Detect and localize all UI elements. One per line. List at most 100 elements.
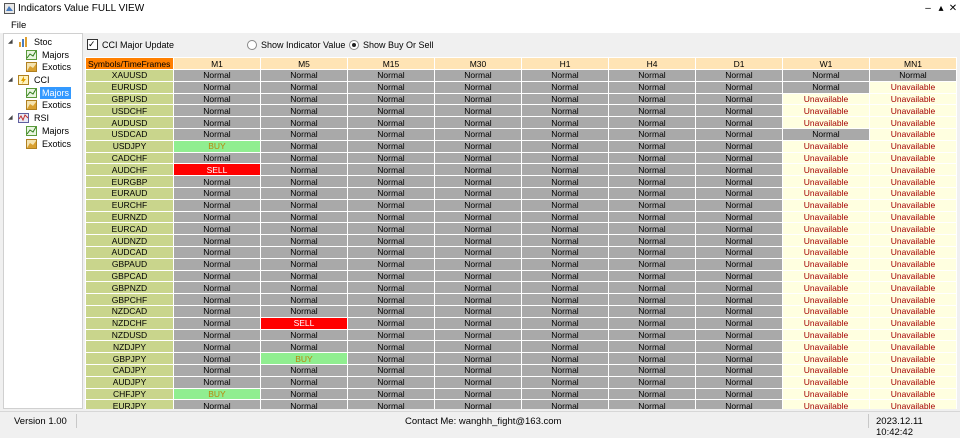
radio-label: Show Indicator Value bbox=[261, 40, 346, 50]
signal-cell: Normal bbox=[434, 340, 522, 354]
signal-cell: Normal bbox=[521, 281, 609, 295]
signal-cell: Normal bbox=[608, 375, 696, 389]
symbol-cell: USDCAD bbox=[85, 127, 174, 141]
table-row: XAUUSD Normal Normal Normal Normal Normal Norm… bbox=[85, 69, 957, 82]
signal-cell: Normal bbox=[260, 69, 348, 82]
signal-cell: Normal bbox=[521, 340, 609, 354]
signal-cell: Normal bbox=[347, 328, 435, 342]
signal-cell: Normal bbox=[260, 104, 348, 118]
signal-cell: Unavailable bbox=[782, 92, 870, 106]
signal-cell: Normal bbox=[347, 363, 435, 377]
signal-cell: Normal bbox=[608, 198, 696, 212]
column-header: D1 bbox=[695, 57, 783, 70]
signal-cell: Normal bbox=[521, 316, 609, 330]
table-row: EURAUD Normal Normal Normal Normal Normal Norm… bbox=[85, 186, 957, 200]
signal-cell: Normal bbox=[695, 328, 783, 342]
signal-cell: Normal bbox=[173, 186, 261, 200]
signal-cell: Normal bbox=[347, 104, 435, 118]
line-chart-icon bbox=[26, 88, 37, 98]
signal-cell: Normal bbox=[695, 175, 783, 188]
radio-circle[interactable] bbox=[247, 40, 257, 50]
signal-cell: Normal bbox=[608, 116, 696, 129]
signal-cell: Normal bbox=[521, 104, 609, 118]
collapse-icon[interactable]: ◢ bbox=[8, 36, 16, 48]
signal-cell: Normal bbox=[434, 80, 522, 94]
signal-cell: Normal bbox=[434, 352, 522, 365]
signal-cell: Normal bbox=[260, 340, 348, 354]
radio-show-buy-or-sell[interactable]: Show Buy Or Sell bbox=[349, 38, 434, 52]
signal-cell: Normal bbox=[521, 198, 609, 212]
tree-label: Majors bbox=[40, 87, 72, 99]
symbol-cell: EURUSD bbox=[85, 80, 174, 94]
signal-cell: Normal bbox=[173, 281, 261, 295]
signal-cell: Normal bbox=[173, 269, 261, 283]
signal-cell: Normal bbox=[260, 151, 348, 165]
signal-cell: Unavailable bbox=[782, 245, 870, 259]
signal-cell: Normal bbox=[260, 269, 348, 283]
signal-cell: Normal bbox=[608, 245, 696, 259]
signal-cell: Normal bbox=[260, 222, 348, 236]
signal-cell: Normal bbox=[260, 328, 348, 342]
symbol-cell: GBPNZD bbox=[85, 281, 174, 295]
signal-cell: Normal bbox=[347, 175, 435, 188]
column-header: M5 bbox=[260, 57, 348, 70]
app-icon bbox=[4, 3, 15, 14]
table-row: GBPUSD Normal Normal Normal Normal Normal Norm… bbox=[85, 92, 957, 106]
table-row: AUDNZD Normal Normal Normal Normal Normal Norm… bbox=[85, 234, 957, 247]
signal-cell: Normal bbox=[521, 234, 609, 247]
signal-cell: Normal bbox=[695, 352, 783, 365]
title-bar: Indicators Value FULL VIEW ‒ ▴ ✕ bbox=[0, 0, 960, 19]
signal-cell: BUY bbox=[173, 387, 261, 401]
signal-cell: Unavailable bbox=[782, 234, 870, 247]
signal-cell: Normal bbox=[434, 127, 522, 141]
symbol-cell: NZDUSD bbox=[85, 328, 174, 342]
signal-cell: Normal bbox=[173, 399, 261, 409]
radio-circle[interactable] bbox=[349, 40, 359, 50]
signal-cell: Normal bbox=[695, 186, 783, 200]
table-row: NZDCAD Normal Normal Normal Normal Normal Norm… bbox=[85, 304, 957, 318]
signal-cell: Normal bbox=[173, 316, 261, 330]
signal-cell: Normal bbox=[434, 163, 522, 177]
table-row: AUDUSD Normal Normal Normal Normal Normal Norm… bbox=[85, 116, 957, 129]
menu-file[interactable]: File bbox=[11, 20, 26, 31]
column-header: MN1 bbox=[869, 57, 957, 70]
close-icon[interactable]: ✕ bbox=[947, 1, 959, 16]
signal-cell: Normal bbox=[695, 198, 783, 212]
table-row: NZDJPY Normal Normal Normal Normal Normal Norm… bbox=[85, 340, 957, 354]
signal-cell: Normal bbox=[347, 116, 435, 129]
cci-major-update-checkbox[interactable]: CCI Major Update bbox=[87, 37, 174, 52]
signal-cell: Normal bbox=[260, 293, 348, 306]
signal-cell: Normal bbox=[434, 328, 522, 342]
column-header: W1 bbox=[782, 57, 870, 70]
collapse-icon[interactable]: ◢ bbox=[8, 74, 16, 86]
signal-cell: Normal bbox=[695, 399, 783, 409]
signal-cell: Normal bbox=[521, 163, 609, 177]
signal-cell: Unavailable bbox=[782, 375, 870, 389]
signal-cell: Normal bbox=[434, 186, 522, 200]
minimize-icon[interactable]: ‒ bbox=[922, 1, 934, 16]
checkbox-box[interactable] bbox=[87, 37, 98, 51]
signal-cell: Unavailable bbox=[782, 352, 870, 365]
signal-cell: Normal bbox=[347, 281, 435, 295]
area-chart-icon bbox=[26, 139, 37, 149]
signal-cell: Normal bbox=[434, 293, 522, 306]
table-row: AUDCHF SELL Normal Normal Normal Normal Normal… bbox=[85, 163, 957, 177]
signal-cell: Unavailable bbox=[869, 80, 957, 94]
signal-cell: Normal bbox=[695, 340, 783, 354]
signal-cell: Normal bbox=[608, 304, 696, 318]
signal-cell: Normal bbox=[347, 234, 435, 247]
signal-cell: Normal bbox=[608, 127, 696, 141]
signal-cell: Unavailable bbox=[782, 151, 870, 165]
symbol-cell: CHFJPY bbox=[85, 387, 174, 401]
contact-label: Contact Me: wanghh_fight@163.com bbox=[405, 416, 562, 427]
signal-cell: Unavailable bbox=[869, 92, 957, 106]
signal-cell: Normal bbox=[695, 304, 783, 318]
radio-show-indicator-value[interactable]: Show Indicator Value bbox=[247, 38, 345, 52]
signal-cell: Normal bbox=[695, 234, 783, 247]
maximize-icon[interactable]: ▴ bbox=[935, 1, 947, 16]
collapse-icon[interactable]: ◢ bbox=[8, 112, 16, 124]
signal-cell: Normal bbox=[782, 69, 870, 82]
rsi-chart-icon bbox=[18, 113, 29, 123]
signal-cell: Normal bbox=[521, 175, 609, 188]
signal-cell: Normal bbox=[521, 127, 609, 141]
